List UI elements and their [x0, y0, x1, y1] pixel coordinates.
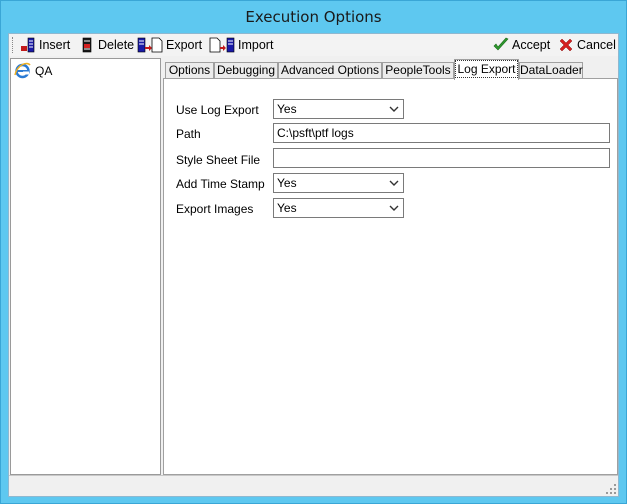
toolbar-grip[interactable]	[12, 37, 15, 53]
chevron-down-icon	[389, 180, 399, 186]
execution-options-window: Execution Options Insert Delete Export I…	[0, 0, 627, 504]
accept-label: Accept	[512, 38, 551, 52]
style-sheet-file-label: Style Sheet File	[176, 153, 261, 167]
tab-dataloader[interactable]: DataLoader	[519, 62, 583, 79]
tab-log-export[interactable]: Log Export	[454, 59, 519, 80]
use-log-export-label: Use Log Export	[176, 103, 259, 117]
use-log-export-select[interactable]: Yes	[273, 99, 404, 119]
path-label: Path	[176, 127, 201, 141]
environment-tree[interactable]: QA	[10, 58, 161, 475]
insert-icon	[21, 37, 35, 53]
chevron-down-icon	[389, 205, 399, 211]
export-icon	[137, 37, 163, 53]
client-area: Insert Delete Export Import Accept Cance…	[8, 33, 619, 497]
resize-grip-icon[interactable]	[606, 484, 616, 494]
import-button[interactable]: Import	[209, 36, 273, 54]
export-label: Export	[166, 38, 203, 52]
tab-label: Debugging	[216, 63, 276, 77]
tab-label: Log Export	[455, 60, 518, 78]
tab-strip: Options Debugging Advanced Options Peopl…	[163, 59, 618, 80]
chevron-down-icon	[389, 106, 399, 112]
add-time-stamp-select[interactable]: Yes	[273, 173, 404, 193]
status-bar	[9, 475, 618, 496]
ie-icon	[14, 62, 31, 79]
accept-button[interactable]: Accept	[493, 36, 550, 54]
tab-debugging[interactable]: Debugging	[214, 62, 278, 79]
export-button[interactable]: Export	[137, 36, 202, 54]
tab-control: Options Debugging Advanced Options Peopl…	[163, 58, 618, 475]
tab-options[interactable]: Options	[165, 62, 214, 79]
tab-peopletools[interactable]: PeopleTools	[382, 62, 454, 79]
path-value: C:\psft\ptf logs	[277, 126, 354, 140]
import-icon	[209, 37, 235, 53]
add-time-stamp-value: Yes	[277, 176, 297, 190]
tab-label: Advanced Options	[280, 63, 380, 77]
cancel-label: Cancel	[577, 38, 616, 52]
toolbar: Insert Delete Export Import Accept Cance…	[9, 34, 618, 56]
delete-button[interactable]: Delete	[79, 36, 134, 54]
tree-item-label: QA	[35, 63, 53, 78]
tab-label: PeopleTools	[385, 63, 451, 77]
log-export-panel: Use Log Export Yes Path C:\psft\ptf logs…	[163, 78, 618, 475]
insert-button[interactable]: Insert	[20, 36, 70, 54]
tab-advanced-options[interactable]: Advanced Options	[278, 62, 382, 79]
tab-label: DataLoader	[520, 63, 583, 77]
style-sheet-file-input[interactable]	[273, 148, 610, 168]
tab-label: Options	[168, 63, 211, 77]
use-log-export-value: Yes	[277, 102, 297, 116]
delete-icon	[82, 37, 92, 53]
tree-item-qa[interactable]: QA	[14, 62, 52, 79]
checkmark-icon	[493, 37, 509, 51]
delete-label: Delete	[98, 38, 135, 52]
add-time-stamp-label: Add Time Stamp	[176, 177, 265, 191]
insert-label: Insert	[39, 38, 71, 52]
export-images-label: Export Images	[176, 202, 254, 216]
import-label: Import	[238, 38, 274, 52]
window-title: Execution Options	[245, 8, 382, 26]
path-input[interactable]: C:\psft\ptf logs	[273, 123, 610, 143]
export-images-value: Yes	[277, 201, 297, 215]
export-images-select[interactable]: Yes	[273, 198, 404, 218]
close-icon	[559, 38, 573, 52]
cancel-button[interactable]: Cancel	[558, 36, 616, 54]
